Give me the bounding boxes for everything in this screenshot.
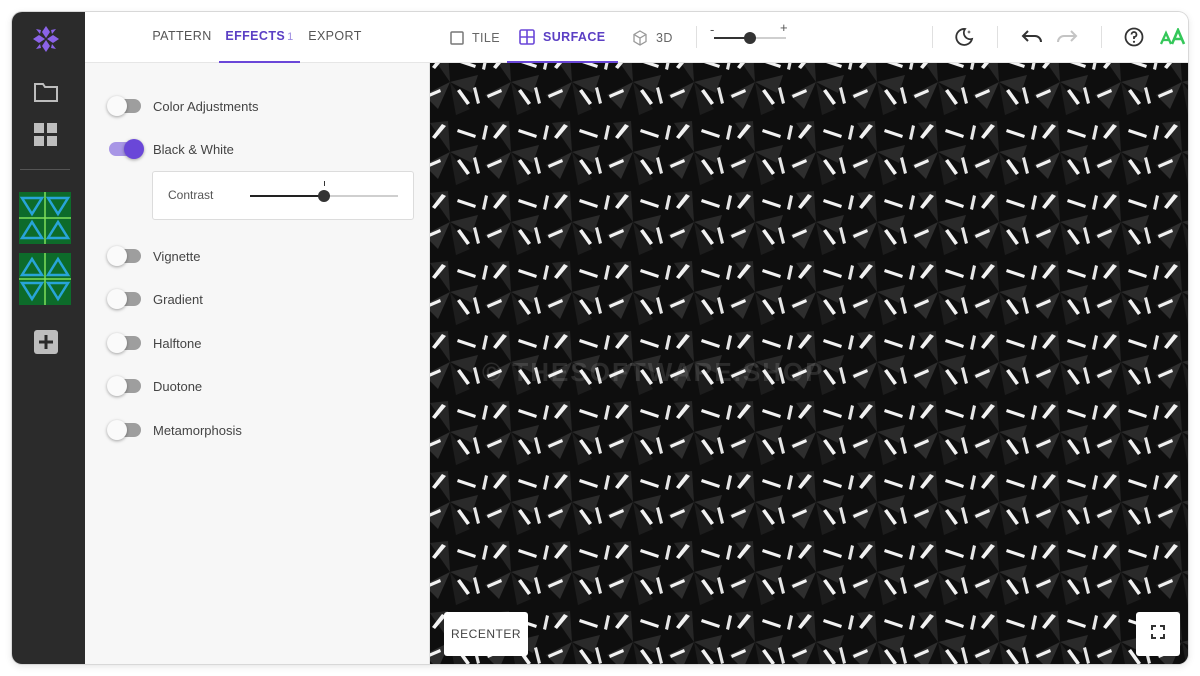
tab-effects[interactable]: EFFECTS 1 bbox=[219, 12, 300, 63]
effect-label: Metamorphosis bbox=[153, 422, 242, 438]
default-tick-mark bbox=[324, 181, 325, 186]
effect-color-adjustments[interactable]: Color Adjustments bbox=[107, 96, 259, 116]
effect-halftone[interactable]: Halftone bbox=[107, 333, 202, 353]
fullscreen-icon bbox=[1151, 624, 1165, 644]
zoom-slider-track[interactable] bbox=[714, 32, 786, 44]
contrast-slider-track[interactable] bbox=[250, 181, 398, 202]
effect-label: Black & White bbox=[153, 141, 234, 157]
panel-tabs: PATTERN EFFECTS 1 EXPORT bbox=[85, 12, 430, 63]
dark-mode-icon[interactable] bbox=[952, 25, 976, 49]
effect-gradient[interactable]: Gradient bbox=[107, 289, 203, 309]
pattern-thumbnail[interactable] bbox=[19, 253, 71, 305]
tab-export[interactable]: EXPORT bbox=[307, 12, 363, 63]
surface-grid-icon bbox=[519, 28, 535, 45]
app-window: PATTERN EFFECTS 1 EXPORT Color Adjustment… bbox=[12, 12, 1188, 664]
effects-panel: PATTERN EFFECTS 1 EXPORT Color Adjustment… bbox=[85, 12, 430, 664]
view-toolbar: TILE SURFACE 3D - + bbox=[430, 12, 1188, 63]
fullscreen-button[interactable] bbox=[1136, 612, 1180, 656]
tab-label: EXPORT bbox=[308, 29, 362, 43]
contrast-label: Contrast bbox=[168, 188, 214, 202]
left-rail bbox=[12, 12, 85, 664]
contrast-slider-thumb[interactable] bbox=[318, 190, 330, 202]
color-adjustments-toggle[interactable] bbox=[107, 96, 141, 116]
toolbar-divider bbox=[1101, 26, 1102, 48]
zoom-slider-thumb[interactable] bbox=[744, 32, 756, 44]
add-pattern-button[interactable] bbox=[32, 328, 60, 356]
tab-label: EFFECTS bbox=[225, 29, 286, 43]
duotone-toggle[interactable] bbox=[107, 376, 141, 396]
zoom-control: - + bbox=[710, 20, 790, 52]
effect-label: Halftone bbox=[153, 335, 202, 351]
help-icon[interactable] bbox=[1122, 25, 1146, 49]
effect-black-white[interactable]: Black & White bbox=[109, 139, 234, 159]
tab-3d-view[interactable]: 3D bbox=[632, 12, 673, 63]
view-tab-label: 3D bbox=[656, 30, 673, 45]
cube-icon bbox=[632, 29, 648, 46]
effects-count-badge: 1 bbox=[287, 31, 294, 43]
grid-icon[interactable] bbox=[32, 121, 60, 149]
watermark-text: © THESOFTWARE.SHOP bbox=[482, 357, 825, 387]
toolbar-divider bbox=[696, 26, 697, 48]
view-tab-label: SURFACE bbox=[543, 29, 606, 44]
toolbar-divider bbox=[997, 26, 998, 48]
rail-divider bbox=[20, 169, 70, 170]
view-tab-label: TILE bbox=[472, 30, 500, 45]
redo-icon[interactable] bbox=[1055, 25, 1079, 49]
recenter-button[interactable]: RECENTER bbox=[444, 612, 528, 656]
effect-metamorphosis[interactable]: Metamorphosis bbox=[107, 420, 242, 440]
effect-duotone[interactable]: Duotone bbox=[107, 376, 203, 396]
halftone-toggle[interactable] bbox=[107, 333, 141, 353]
folder-icon[interactable] bbox=[32, 78, 60, 106]
effect-label: Gradient bbox=[153, 291, 203, 307]
pattern-canvas[interactable]: © THESOFTWARE.SHOP RECENTER bbox=[430, 63, 1188, 664]
zoom-out-label: - bbox=[710, 22, 715, 37]
tab-pattern[interactable]: PATTERN bbox=[150, 12, 214, 63]
font-size-icon[interactable] bbox=[1159, 25, 1187, 49]
tab-surface-view[interactable]: SURFACE bbox=[507, 12, 618, 63]
effect-label: Duotone bbox=[153, 378, 203, 394]
contrast-control: Contrast bbox=[152, 171, 414, 220]
toolbar-divider bbox=[932, 26, 933, 48]
tile-icon bbox=[450, 30, 464, 45]
effect-label: Vignette bbox=[153, 248, 201, 264]
pattern-thumbnail[interactable] bbox=[19, 192, 71, 244]
metamorphosis-toggle[interactable] bbox=[107, 420, 141, 440]
gradient-toggle[interactable] bbox=[107, 289, 141, 309]
tab-label: PATTERN bbox=[152, 29, 212, 43]
zoom-in-label: + bbox=[780, 20, 788, 35]
app-logo-icon bbox=[31, 24, 61, 54]
black-white-toggle[interactable] bbox=[109, 139, 144, 159]
effect-label: Color Adjustments bbox=[153, 98, 259, 114]
undo-icon[interactable] bbox=[1020, 25, 1044, 49]
vignette-toggle[interactable] bbox=[107, 246, 141, 266]
effect-vignette[interactable]: Vignette bbox=[107, 246, 201, 266]
tab-tile-view[interactable]: TILE bbox=[450, 12, 500, 63]
